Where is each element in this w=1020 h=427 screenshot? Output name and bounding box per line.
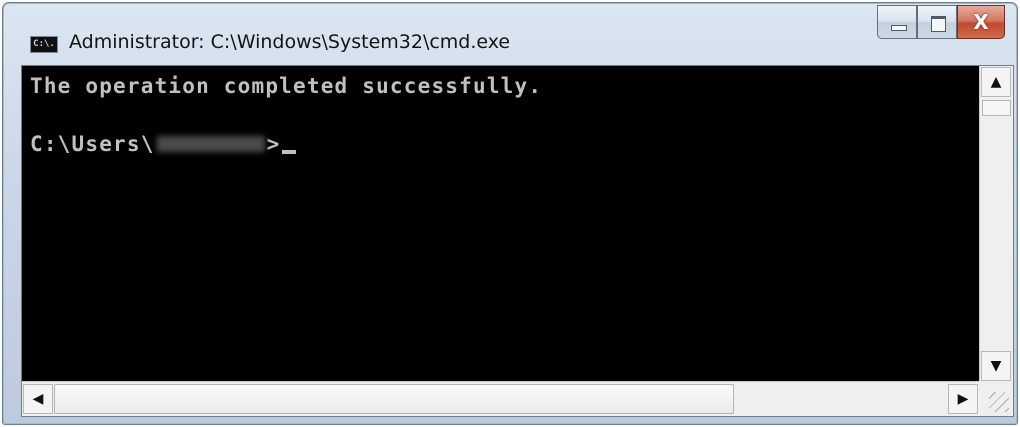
scroll-down-button[interactable]: ▼ (981, 351, 1011, 381)
console-client-area: The operation completed successfully. C:… (21, 65, 1014, 417)
minimize-button[interactable] (877, 5, 917, 39)
cmd-window: C:\. Administrator: C:\Windows\System32\… (2, 2, 1018, 425)
close-icon: X (973, 10, 989, 34)
vertical-scroll-thumb[interactable] (982, 100, 1011, 116)
text-cursor (282, 150, 297, 154)
scroll-left-button[interactable]: ◀ (23, 384, 53, 414)
console-output[interactable]: The operation completed successfully. C:… (22, 66, 979, 382)
horizontal-scroll-thumb[interactable] (54, 384, 734, 414)
redacted-username (156, 136, 265, 152)
maximize-button[interactable] (917, 5, 957, 39)
console-prompt-line: C:\Users\ > (30, 132, 297, 156)
vertical-scrollbar[interactable]: ▲ ▼ (979, 66, 1013, 382)
title-bar[interactable]: C:\. Administrator: C:\Windows\System32\… (3, 3, 1017, 65)
console-line-status: The operation completed successfully. (30, 74, 543, 98)
maximize-icon (931, 16, 946, 32)
scroll-up-button[interactable]: ▲ (981, 67, 1011, 97)
close-button[interactable]: X (957, 5, 1005, 39)
window-title: Administrator: C:\Windows\System32\cmd.e… (69, 31, 511, 53)
scroll-right-button[interactable]: ▶ (948, 384, 978, 414)
minimize-icon (891, 25, 907, 31)
prompt-prefix: C:\Users\ (30, 132, 155, 156)
prompt-suffix: > (266, 132, 281, 156)
resize-grip-icon (989, 392, 1009, 412)
resize-grip[interactable] (979, 381, 1013, 416)
horizontal-scrollbar[interactable]: ◀ ▶ (22, 381, 979, 416)
cmd-app-icon[interactable]: C:\. (30, 36, 58, 53)
